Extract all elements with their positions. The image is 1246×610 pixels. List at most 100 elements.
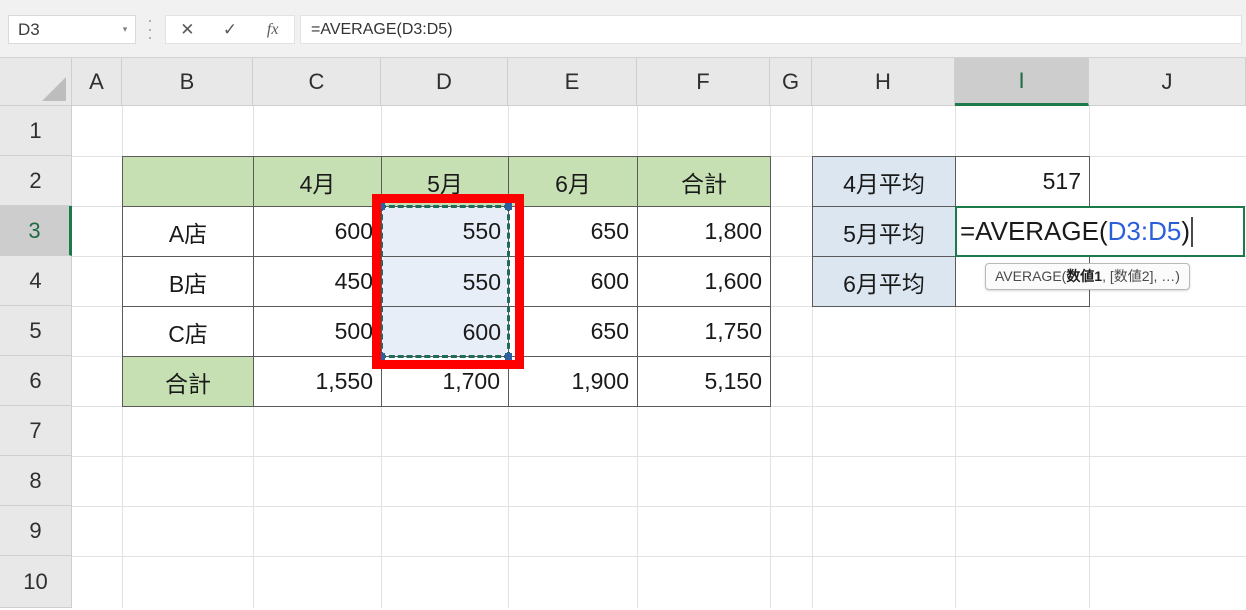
cell-text: 650 — [590, 318, 629, 344]
average-label-june[interactable]: 6月平均 — [812, 256, 956, 307]
active-cell-editor[interactable]: =AVERAGE(D3:D5) — [955, 206, 1245, 257]
column-header-label: A — [89, 68, 104, 94]
table-header-month-2[interactable]: 5月 — [381, 156, 509, 207]
row-header-3[interactable]: 3 — [0, 206, 72, 256]
row-header-label: 5 — [29, 317, 42, 343]
cell-text: 517 — [1042, 168, 1081, 194]
row-header-7[interactable]: 7 — [0, 406, 72, 456]
row-header-6[interactable]: 6 — [0, 356, 72, 406]
table-header-month-1[interactable]: 4月 — [253, 156, 382, 207]
cell-text: 1,550 — [315, 368, 373, 394]
cancel-icon[interactable]: ✕ — [166, 16, 209, 43]
table-cell-total[interactable]: 1,800 — [637, 206, 771, 257]
tooltip-rest: , [数値2], …) — [1102, 268, 1180, 284]
formula-suffix: ) — [1181, 216, 1190, 246]
table-footer-total[interactable]: 5,150 — [637, 356, 771, 407]
cell-text: 4月 — [299, 170, 336, 197]
select-all-corner[interactable] — [0, 58, 72, 106]
table-footer-value[interactable]: 1,700 — [381, 356, 509, 407]
cell-text: 650 — [590, 218, 629, 244]
column-header-h[interactable]: H — [812, 58, 955, 106]
column-header-label: H — [875, 68, 891, 94]
cell-text: 合計 — [165, 370, 211, 397]
table-footer-name[interactable]: 合計 — [122, 356, 254, 407]
row-header-label: 2 — [29, 167, 42, 193]
column-header-d[interactable]: D — [381, 58, 508, 106]
column-header-f[interactable]: F — [637, 58, 770, 106]
row-header-10[interactable]: 10 — [0, 556, 72, 608]
row-header-9[interactable]: 9 — [0, 506, 72, 556]
average-label-may[interactable]: 5月平均 — [812, 206, 956, 257]
table-cell-value[interactable]: 600 — [253, 206, 382, 257]
selected-cell-d3[interactable]: 550 — [381, 206, 509, 257]
insert-function-icon[interactable]: fx — [251, 16, 294, 43]
table-row-name[interactable]: C店 — [122, 306, 254, 357]
table-cell-value[interactable]: 450 — [253, 256, 382, 307]
confirm-icon[interactable]: ✓ — [209, 16, 252, 43]
cell-text: 1,800 — [704, 218, 762, 244]
column-header-label: J — [1161, 68, 1173, 94]
column-header-label: I — [1018, 67, 1025, 93]
column-header-i[interactable]: I — [955, 58, 1089, 106]
average-label-april[interactable]: 4月平均 — [812, 156, 956, 207]
function-argument-tooltip: AVERAGE(数値1, [数値2], …) — [985, 263, 1190, 290]
selected-cell-d5[interactable]: 600 — [381, 306, 509, 357]
cell-text: 550 — [462, 268, 501, 295]
row-header-label: 1 — [29, 117, 42, 143]
column-header-c[interactable]: C — [253, 58, 381, 106]
table-header-month-3[interactable]: 6月 — [508, 156, 638, 207]
cell-text: 1,900 — [571, 368, 629, 394]
cell-text: B店 — [168, 270, 208, 297]
cell-text: 6月平均 — [843, 270, 925, 297]
column-header-a[interactable]: A — [72, 58, 122, 106]
row-header-5[interactable]: 5 — [0, 306, 72, 356]
column-header-label: E — [564, 68, 580, 94]
text-caret — [1191, 216, 1193, 247]
formula-reference: D3:D5 — [1107, 216, 1182, 246]
table-cell-value[interactable]: 650 — [508, 306, 638, 357]
name-box[interactable]: D3 ▾ — [8, 15, 136, 44]
cell-text: 5月 — [427, 170, 463, 197]
column-header-j[interactable]: J — [1089, 58, 1246, 106]
cell-text: 5月平均 — [843, 220, 925, 247]
table-cell-total[interactable]: 1,600 — [637, 256, 771, 307]
row-header-label: 7 — [29, 417, 42, 443]
row-header-4[interactable]: 4 — [0, 256, 72, 306]
cell-text: 5,150 — [704, 368, 762, 394]
table-cell-value[interactable]: 600 — [508, 256, 638, 307]
spreadsheet-grid[interactable]: A B C D E F G H I J 1 2 3 4 5 6 7 8 9 10 — [0, 58, 1246, 610]
column-header-b[interactable]: B — [122, 58, 253, 106]
chevron-down-icon[interactable]: ▾ — [115, 16, 135, 43]
row-header-label: 10 — [23, 568, 48, 594]
row-header-8[interactable]: 8 — [0, 456, 72, 506]
column-header-label: F — [696, 68, 710, 94]
column-header-e[interactable]: E — [508, 58, 637, 106]
table-footer-value[interactable]: 1,550 — [253, 356, 382, 407]
table-footer-value[interactable]: 1,900 — [508, 356, 638, 407]
table-header-corner[interactable] — [122, 156, 254, 207]
tooltip-prefix: AVERAGE( — [995, 268, 1067, 284]
table-row-name[interactable]: B店 — [122, 256, 254, 307]
column-header-label: G — [781, 68, 800, 94]
table-cell-total[interactable]: 1,750 — [637, 306, 771, 357]
selected-cell-d4[interactable]: 550 — [381, 256, 509, 307]
table-cell-value[interactable]: 650 — [508, 206, 638, 257]
table-row-name[interactable]: A店 — [122, 206, 254, 257]
cell-text: 550 — [462, 218, 501, 244]
row-header-label: 9 — [29, 517, 42, 543]
formula-input[interactable]: =AVERAGE(D3:D5) — [300, 15, 1242, 44]
column-header-label: C — [308, 68, 325, 94]
formula-input-value: =AVERAGE(D3:D5) — [311, 20, 453, 38]
column-header-label: B — [179, 68, 195, 94]
row-header-label: 6 — [29, 367, 42, 393]
row-header-label: 3 — [28, 217, 41, 243]
row-header-2[interactable]: 2 — [0, 156, 72, 206]
column-header-g[interactable]: G — [770, 58, 812, 106]
cell-text: 500 — [334, 318, 373, 344]
row-header-1[interactable]: 1 — [0, 106, 72, 156]
cell-text: 600 — [334, 218, 373, 244]
average-value-april[interactable]: 517 — [955, 156, 1090, 207]
table-header-total[interactable]: 合計 — [637, 156, 771, 207]
cell-text: 1,700 — [442, 368, 500, 394]
table-cell-value[interactable]: 500 — [253, 306, 382, 357]
